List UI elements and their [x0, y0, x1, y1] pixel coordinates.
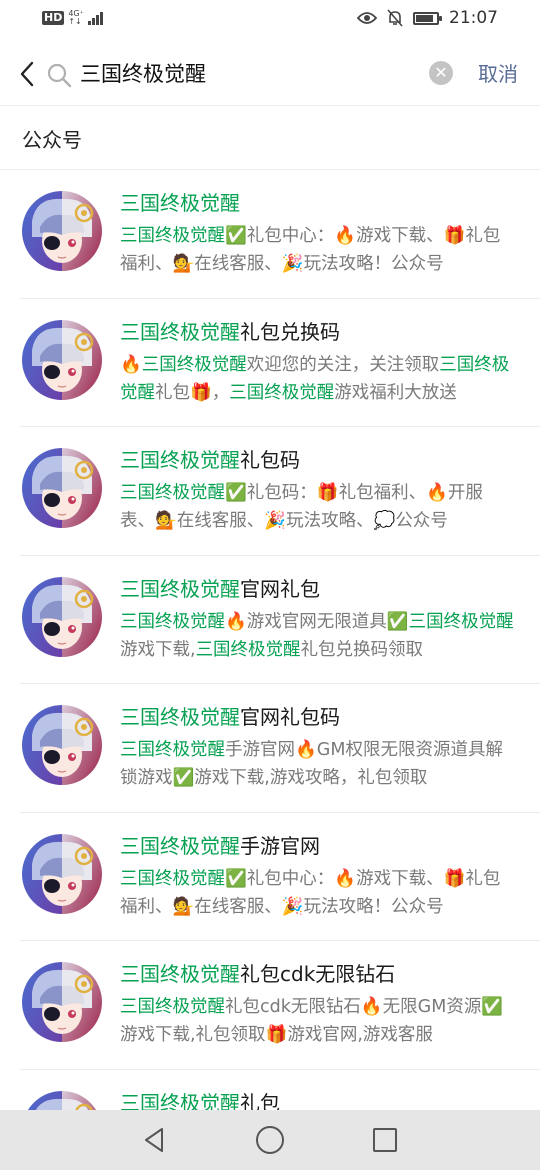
result-title: 三国终极觉醒礼包cdk无限钻石 — [120, 960, 520, 988]
section-title: 公众号 — [22, 128, 82, 152]
highlight-text: 三国终极觉醒 — [120, 962, 240, 986]
text-segment: 🔥游戏官网无限道具✅ — [225, 611, 409, 632]
highlight-text: 三国终极觉醒 — [120, 868, 225, 889]
search-input[interactable]: 三国终极觉醒 — [80, 56, 420, 92]
cancel-button[interactable]: 取消 — [478, 56, 518, 92]
bell-muted-icon — [387, 9, 403, 27]
clock: 21:07 — [449, 8, 498, 28]
result-title: 三国终极觉醒礼包兑换码 — [120, 318, 520, 346]
clear-icon[interactable]: ✕ — [429, 61, 453, 85]
back-arrow-icon[interactable] — [14, 58, 42, 90]
highlight-text: 三国终极觉醒 — [229, 382, 335, 403]
avatar — [22, 576, 102, 657]
eye-icon — [357, 12, 377, 24]
highlight-text: 三国终极觉醒 — [120, 319, 240, 344]
highlight-text: 三国终极觉醒 — [120, 740, 225, 760]
highlight-text: 三国终极觉醒 — [195, 639, 301, 660]
search-icon — [47, 63, 72, 88]
status-indicators: 21:07 — [357, 8, 498, 28]
network-arrows: ↑↓ — [68, 17, 82, 26]
result-title: 三国终极觉醒礼包码 — [120, 446, 520, 474]
text-segment: 官网礼包码 — [240, 705, 340, 729]
network-type: 4G⁺ ↑↓ — [68, 10, 84, 26]
text-segment: 手游官网 — [240, 833, 320, 858]
result-description: 三国终极觉醒手游官网🔥GM权限无限资源道具解锁游戏✅游戏下载,游戏攻略，礼包领取 — [120, 736, 515, 792]
system-nav-bar — [0, 1110, 540, 1170]
battery-icon — [413, 11, 442, 25]
highlight-text: 三国终极觉醒 — [141, 354, 247, 375]
text-segment: 礼包cdk无限钻石 — [240, 962, 396, 986]
result-title: 三国终极觉醒官网礼包码 — [120, 703, 520, 731]
highlight-text: 三国终极觉醒 — [120, 705, 240, 729]
result-description: 三国终极觉醒✅礼包中心：🔥游戏下载、🎁礼包福利、💁在线客服、🎉玩法攻略！公众号 — [120, 222, 515, 278]
network-indicators: HD 4G⁺ ↑↓ — [42, 10, 103, 26]
highlight-text: 三国终极觉醒 — [120, 226, 225, 246]
highlight-text: 三国终极觉醒 — [120, 611, 225, 632]
avatar — [22, 448, 102, 528]
text-segment: 游戏福利大放送 — [334, 382, 457, 403]
result-description: 三国终极觉醒✅礼包码：🎁礼包福利、🔥开服表、💁在线客服、🎉玩法攻略、💭公众号 — [120, 479, 515, 535]
avatar — [22, 705, 102, 785]
result-item[interactable]: 三国终极觉醒官网礼包码三国终极觉醒手游官网🔥GM权限无限资源道具解锁游戏✅游戏下… — [0, 684, 540, 813]
text-segment: 礼包兑换码领取 — [300, 639, 424, 660]
search-bar: 三国终极觉醒 ✕ 取消 — [0, 42, 540, 106]
avatar — [22, 319, 102, 400]
nav-recent-apps-icon[interactable] — [373, 1128, 397, 1152]
highlight-text: 三国终极觉醒 — [120, 997, 225, 1017]
text-segment: 礼包兑换码 — [240, 319, 340, 344]
result-description: 三国终极觉醒礼包cdk无限钻石🔥无限GM资源✅游戏下载,礼包领取🎁游戏官网,游戏… — [120, 993, 515, 1049]
avatar — [22, 833, 102, 914]
highlight-text: 三国终极觉醒 — [120, 483, 225, 503]
result-title: 三国终极觉醒 — [120, 189, 520, 217]
highlight-text: 三国终极觉醒 — [408, 611, 514, 632]
text-segment: 官网礼包 — [240, 576, 320, 601]
nav-back-icon[interactable] — [140, 1126, 168, 1154]
result-title: 三国终极觉醒手游官网 — [120, 832, 520, 860]
avatar — [22, 962, 102, 1042]
result-list: 三国终极觉醒 三国终极觉醒✅礼包中心：🔥游戏下载、🎁礼包福利、💁在线客服、🎉玩法攻… — [0, 170, 540, 1170]
result-item[interactable]: 三国终极觉醒礼包兑换码 🔥三国终极觉醒欢迎您的关注，关注领取三国终极觉醒礼包🎁，三… — [0, 299, 540, 428]
result-description: 三国终极觉醒🔥游戏官网无限道具✅三国终极觉醒游戏下载,三国终极觉醒礼包兑换码领取 — [120, 608, 515, 664]
result-description: 三国终极觉醒✅礼包中心：🔥游戏下载、🎁礼包福利、💁在线客服、🎉玩法攻略！公众号 — [120, 865, 515, 921]
nav-home-icon[interactable] — [256, 1126, 284, 1154]
text-segment: 游戏下载, — [120, 639, 196, 660]
highlight-text: 三国终极觉醒 — [120, 833, 240, 858]
highlight-text: 三国终极觉醒 — [120, 448, 240, 472]
result-item[interactable]: 三国终极觉醒官网礼包 三国终极觉醒🔥游戏官网无限道具✅三国终极觉醒游戏下载,三国终… — [0, 556, 540, 685]
result-title: 三国终极觉醒官网礼包 — [120, 575, 520, 603]
avatar — [22, 191, 102, 271]
result-item[interactable]: 三国终极觉醒手游官网三国终极觉醒✅礼包中心：🔥游戏下载、🎁礼包福利、💁在线客服、… — [0, 813, 540, 942]
result-item[interactable]: 三国终极觉醒礼包码三国终极觉醒✅礼包码：🎁礼包福利、🔥开服表、💁在线客服、🎉玩法… — [0, 427, 540, 556]
result-description: 🔥三国终极觉醒欢迎您的关注，关注领取三国终极觉醒礼包🎁，三国终极觉醒游戏福利大放… — [120, 351, 515, 407]
result-item[interactable]: 三国终极觉醒 三国终极觉醒✅礼包中心：🔥游戏下载、🎁礼包福利、💁在线客服、🎉玩法攻… — [0, 170, 540, 299]
text-segment: 礼包码 — [240, 448, 300, 472]
highlight-text: 三国终极觉醒 — [120, 576, 240, 601]
status-bar: HD 4G⁺ ↑↓ 21:07 — [0, 0, 540, 40]
section-header: 公众号 — [0, 106, 540, 170]
text-segment: 🔥 — [120, 354, 142, 375]
text-segment: 欢迎您的关注，关注领取 — [246, 354, 440, 375]
text-segment: 礼包🎁， — [155, 382, 230, 403]
highlight-text: 三国终极觉醒 — [120, 191, 240, 215]
result-item[interactable]: 三国终极觉醒礼包cdk无限钻石三国终极觉醒礼包cdk无限钻石🔥无限GM资源✅游戏… — [0, 941, 540, 1070]
battery-fill — [416, 14, 433, 22]
signal-icon — [87, 11, 103, 25]
hd-badge: HD — [42, 11, 65, 25]
